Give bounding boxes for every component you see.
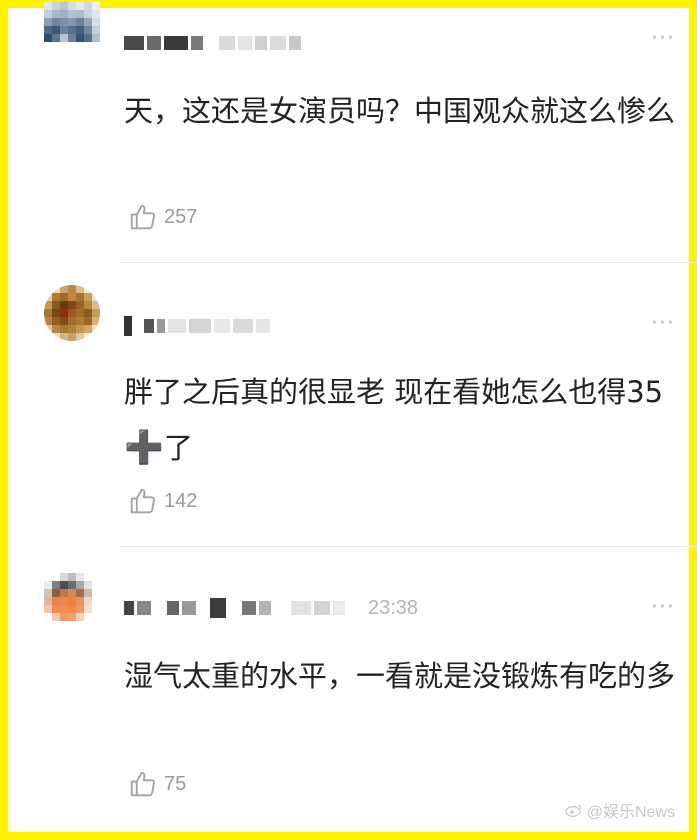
thumbs-up-icon bbox=[130, 204, 155, 230]
thumbs-up-icon bbox=[130, 488, 155, 514]
more-dots-icon[interactable]: ··· bbox=[651, 597, 675, 619]
like-count: 142 bbox=[164, 489, 198, 512]
comment-item: ··· 胖了之后真的很显老 现在看她怎么也得35 ➕了 142 bbox=[16, 263, 697, 547]
thumbs-up-icon bbox=[130, 771, 155, 797]
comment-text-main: 胖了之后真的很显老 现在看她怎么也得35 bbox=[124, 375, 664, 409]
username-blurred[interactable] bbox=[124, 32, 301, 54]
avatar[interactable] bbox=[44, 573, 100, 629]
avatar[interactable] bbox=[44, 285, 100, 341]
more-dots-icon[interactable]: ··· bbox=[651, 313, 675, 335]
username-blurred[interactable] bbox=[124, 597, 345, 619]
like-count: 257 bbox=[164, 205, 198, 228]
like-count: 75 bbox=[164, 772, 187, 795]
screenshot-frame: ··· 天，这还是女演员吗？中国观众就这么惨么 257 ··· 胖了之后真的很显… bbox=[0, 0, 697, 840]
comment-time: 23:38 bbox=[368, 597, 419, 619]
comment-text-tail: 了 bbox=[163, 431, 193, 465]
username-blurred[interactable] bbox=[124, 315, 270, 337]
more-dots-icon[interactable]: ··· bbox=[651, 28, 675, 50]
comment-text: 湿气太重的水平，一看就是没锻炼有吃的多 bbox=[124, 659, 676, 693]
avatar[interactable] bbox=[44, 2, 100, 58]
like-button[interactable]: 75 bbox=[128, 769, 186, 799]
like-button[interactable]: 142 bbox=[128, 486, 197, 516]
comment-item: ··· 天，这还是女演员吗？中国观众就这么惨么 257 bbox=[16, 2, 697, 263]
weibo-icon bbox=[565, 804, 582, 817]
like-button[interactable]: 257 bbox=[128, 202, 197, 232]
plus-emoji: ➕ bbox=[124, 428, 164, 466]
watermark: @娱乐News bbox=[565, 798, 675, 822]
watermark-text: @娱乐News bbox=[586, 804, 675, 821]
comment-text: 胖了之后真的很显老 现在看她怎么也得35 ➕了 bbox=[124, 365, 684, 476]
comment-item: 23:38 ··· 湿气太重的水平，一看就是没锻炼有吃的多 75 bbox=[16, 547, 697, 830]
comment-text: 天，这还是女演员吗？中国观众就这么惨么 bbox=[124, 94, 676, 128]
